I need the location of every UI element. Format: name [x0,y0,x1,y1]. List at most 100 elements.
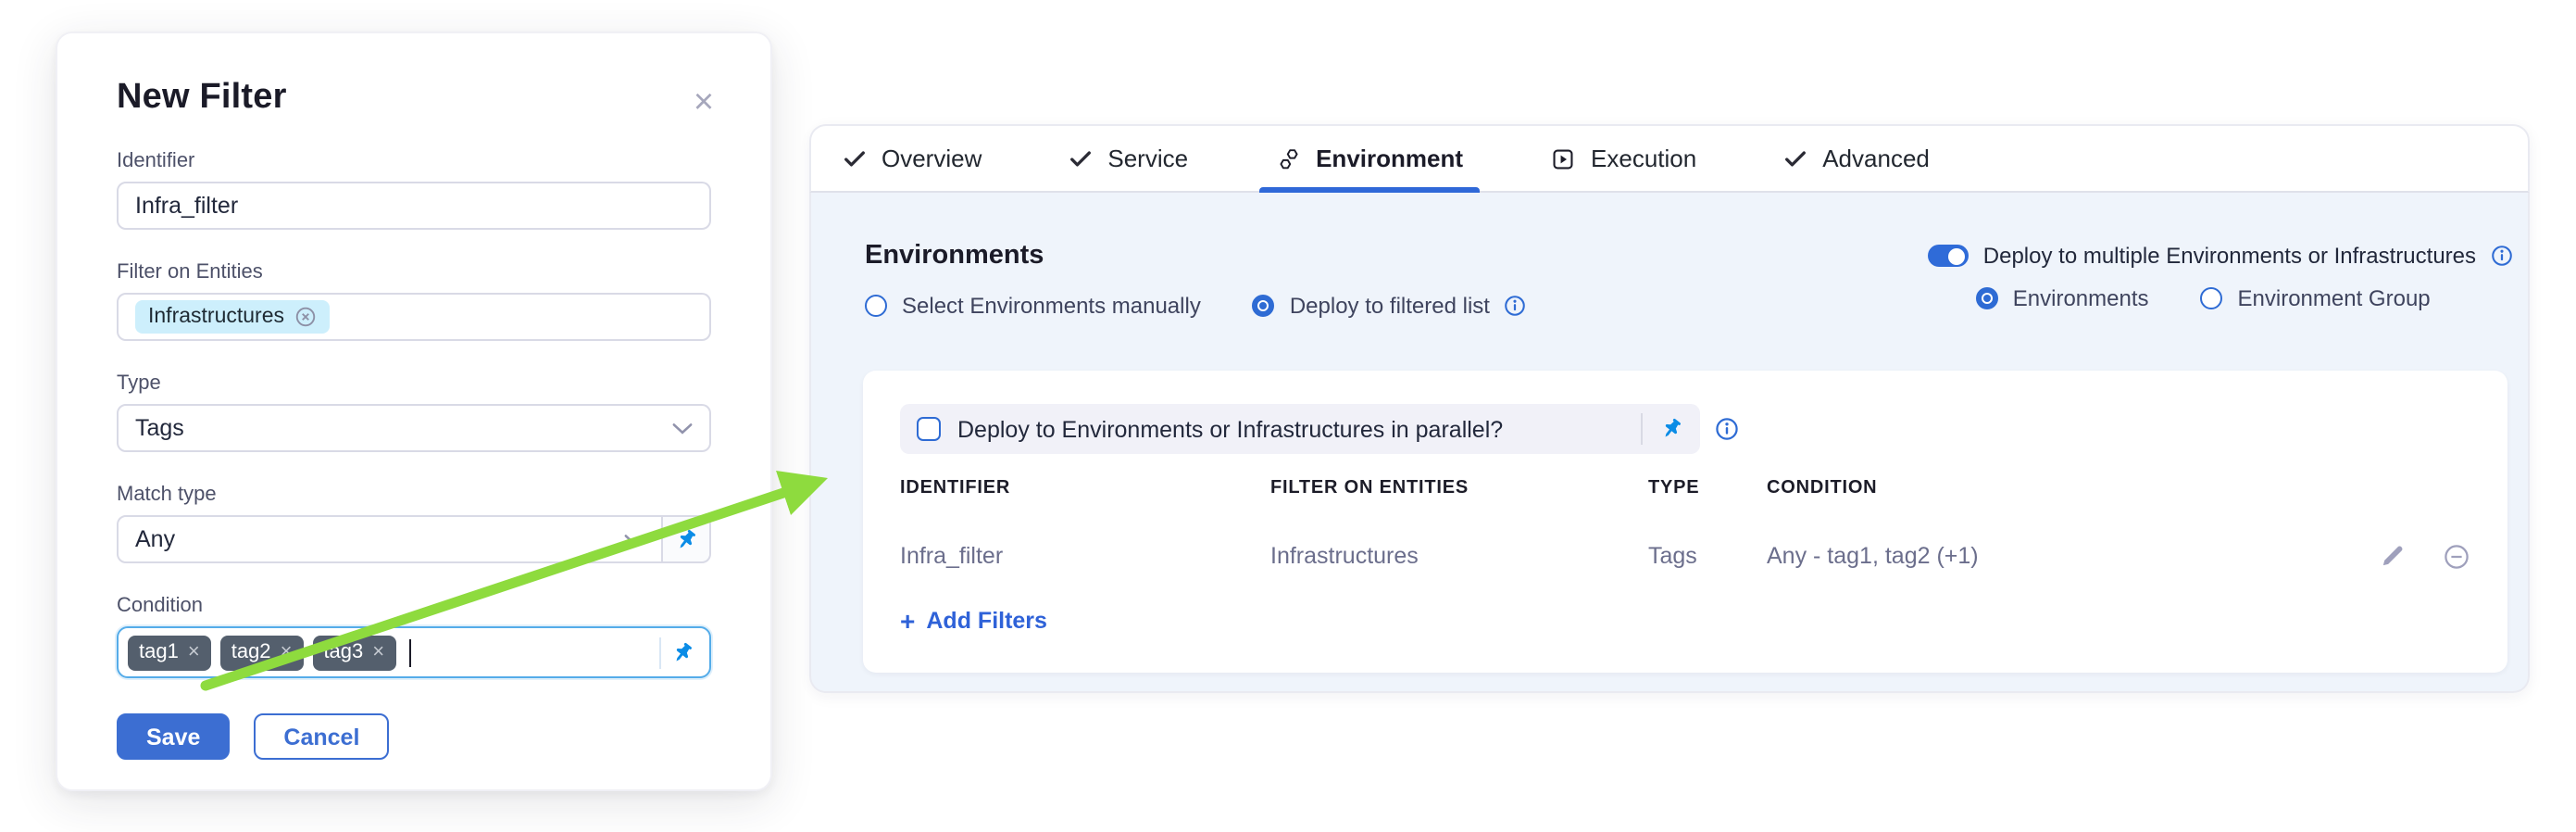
col-condition: CONDITION [1767,478,2352,498]
type-select[interactable]: Tags [117,404,711,452]
info-icon[interactable] [2491,245,2513,267]
entity-chip: Infrastructures [135,300,329,334]
type-select-value: Tags [135,415,184,441]
tag-remove-icon[interactable]: × [188,641,200,663]
cancel-button[interactable]: Cancel [254,713,389,760]
radio-label: Select Environments manually [902,293,1201,319]
match-type-select-value: Any [135,526,175,552]
col-type: TYPE [1648,478,1767,498]
add-filters-label: Add Filters [926,608,1047,634]
tab-label: Overview [882,145,982,172]
chevron-down-icon [624,533,644,546]
remove-minus-circle-icon[interactable] [2443,542,2470,570]
environment-mode-radios: Select Environments manually Deploy to f… [865,293,1527,319]
tab-label: Advanced [1822,145,1930,172]
cell-filter-on-entities: Infrastructures [1270,543,1648,569]
type-label: Type [117,372,711,395]
col-filter-on-entities: FILTER ON ENTITIES [1270,478,1648,498]
radio-icon [1976,287,1998,309]
screenshot-root: New Filter × Identifier Filter on Entiti… [0,0,2576,832]
parallel-checkbox[interactable] [917,417,941,441]
env-or-group-radios: Environments Environment Group [1976,285,2431,311]
identifier-field-group: Identifier [117,150,711,230]
filters-table-header: IDENTIFIER FILTER ON ENTITIES TYPE CONDI… [900,478,2470,498]
type-field-group: Type Tags [117,372,711,452]
tag-remove-icon[interactable]: × [372,641,384,663]
radio-icon [2201,287,2223,309]
tab-execution[interactable]: Execution [1544,126,1702,191]
multi-env-cluster: Deploy to multiple Environments or Infra… [1928,243,2513,311]
info-icon[interactable] [1715,417,1739,441]
tab-label: Execution [1591,145,1696,172]
modal-title: New Filter [117,78,711,119]
stage-tabbar: Overview Service Environment [809,124,2530,193]
condition-tag-label: tag2 [231,641,271,663]
check-icon [1069,146,1093,170]
environments-icon [1275,145,1301,171]
execution-icon [1550,145,1576,171]
radio-icon [865,295,887,317]
condition-tag: tag2 × [220,635,304,670]
tab-service[interactable]: Service [1063,126,1194,191]
identifier-input[interactable] [117,182,711,230]
info-icon[interactable] [1505,295,1527,317]
tab-label: Service [1107,145,1188,172]
pin-icon [674,527,698,551]
match-type-field-group: Match type Any [117,484,711,563]
chevron-down-icon [672,422,693,435]
radio-label: Environment Group [2238,285,2431,311]
entities-input[interactable]: Infrastructures [117,293,711,341]
match-type-select[interactable]: Any [117,515,663,563]
chip-remove-icon[interactable] [294,306,316,328]
entities-field-group: Filter on Entities Infrastructures [117,261,711,341]
filters-card: Deploy to Environments or Infrastructure… [863,371,2507,673]
divider [659,637,661,668]
entity-chip-label: Infrastructures [148,306,284,328]
condition-label: Condition [117,595,711,617]
stage-config-panel: Overview Service Environment [809,124,2530,693]
cell-type: Tags [1648,543,1767,569]
radio-icon [1253,295,1275,317]
radio-label: Environments [2013,285,2149,311]
identifier-label: Identifier [117,150,711,172]
save-button[interactable]: Save [117,713,230,760]
filter-table-row: Infra_filter Infrastructures Tags Any - … [900,523,2470,589]
edit-pencil-icon[interactable] [2380,543,2406,569]
cell-identifier: Infra_filter [900,543,1270,569]
tab-environment[interactable]: Environment [1269,126,1469,191]
divider [1641,413,1643,445]
tab-overview[interactable]: Overview [837,126,987,191]
parallel-pin-button[interactable] [1659,417,1683,441]
deploy-multiple-toggle-row: Deploy to multiple Environments or Infra… [1928,243,2513,269]
radio-deploy-filtered[interactable]: Deploy to filtered list [1253,293,1527,319]
match-type-pin-button[interactable] [663,515,711,563]
condition-tag-label: tag3 [323,641,363,663]
environments-heading: Environments [865,241,1044,271]
radio-environments[interactable]: Environments [1976,285,2149,311]
environment-tab-content: Environments Select Environments manuall… [809,193,2530,693]
parallel-deploy-bar: Deploy to Environments or Infrastructure… [900,404,1700,454]
tab-label: Environment [1316,145,1463,172]
add-filters-button[interactable]: + Add Filters [900,608,1047,634]
modal-button-row: Save Cancel [117,713,711,760]
match-type-label: Match type [117,484,711,506]
tab-advanced[interactable]: Advanced [1778,126,1935,191]
text-caret [408,638,411,666]
check-icon [1783,146,1807,170]
condition-pin-button[interactable] [670,640,694,664]
check-icon [843,146,867,170]
condition-tag: tag1 × [128,635,211,670]
toggle-on[interactable] [1928,245,1969,267]
condition-tags-input[interactable]: tag1 × tag2 × tag3 × [117,626,711,678]
radio-environment-group[interactable]: Environment Group [2201,285,2431,311]
radio-label: Deploy to filtered list [1290,293,1490,319]
plus-icon: + [900,610,915,632]
col-identifier: IDENTIFIER [900,478,1270,498]
entities-label: Filter on Entities [117,261,711,284]
radio-select-manually[interactable]: Select Environments manually [865,293,1201,319]
parallel-label: Deploy to Environments or Infrastructure… [957,416,1503,442]
tag-remove-icon[interactable]: × [281,641,293,663]
condition-tag: tag3 × [312,635,395,670]
close-icon[interactable]: × [685,85,722,122]
new-filter-modal: New Filter × Identifier Filter on Entiti… [56,32,772,791]
